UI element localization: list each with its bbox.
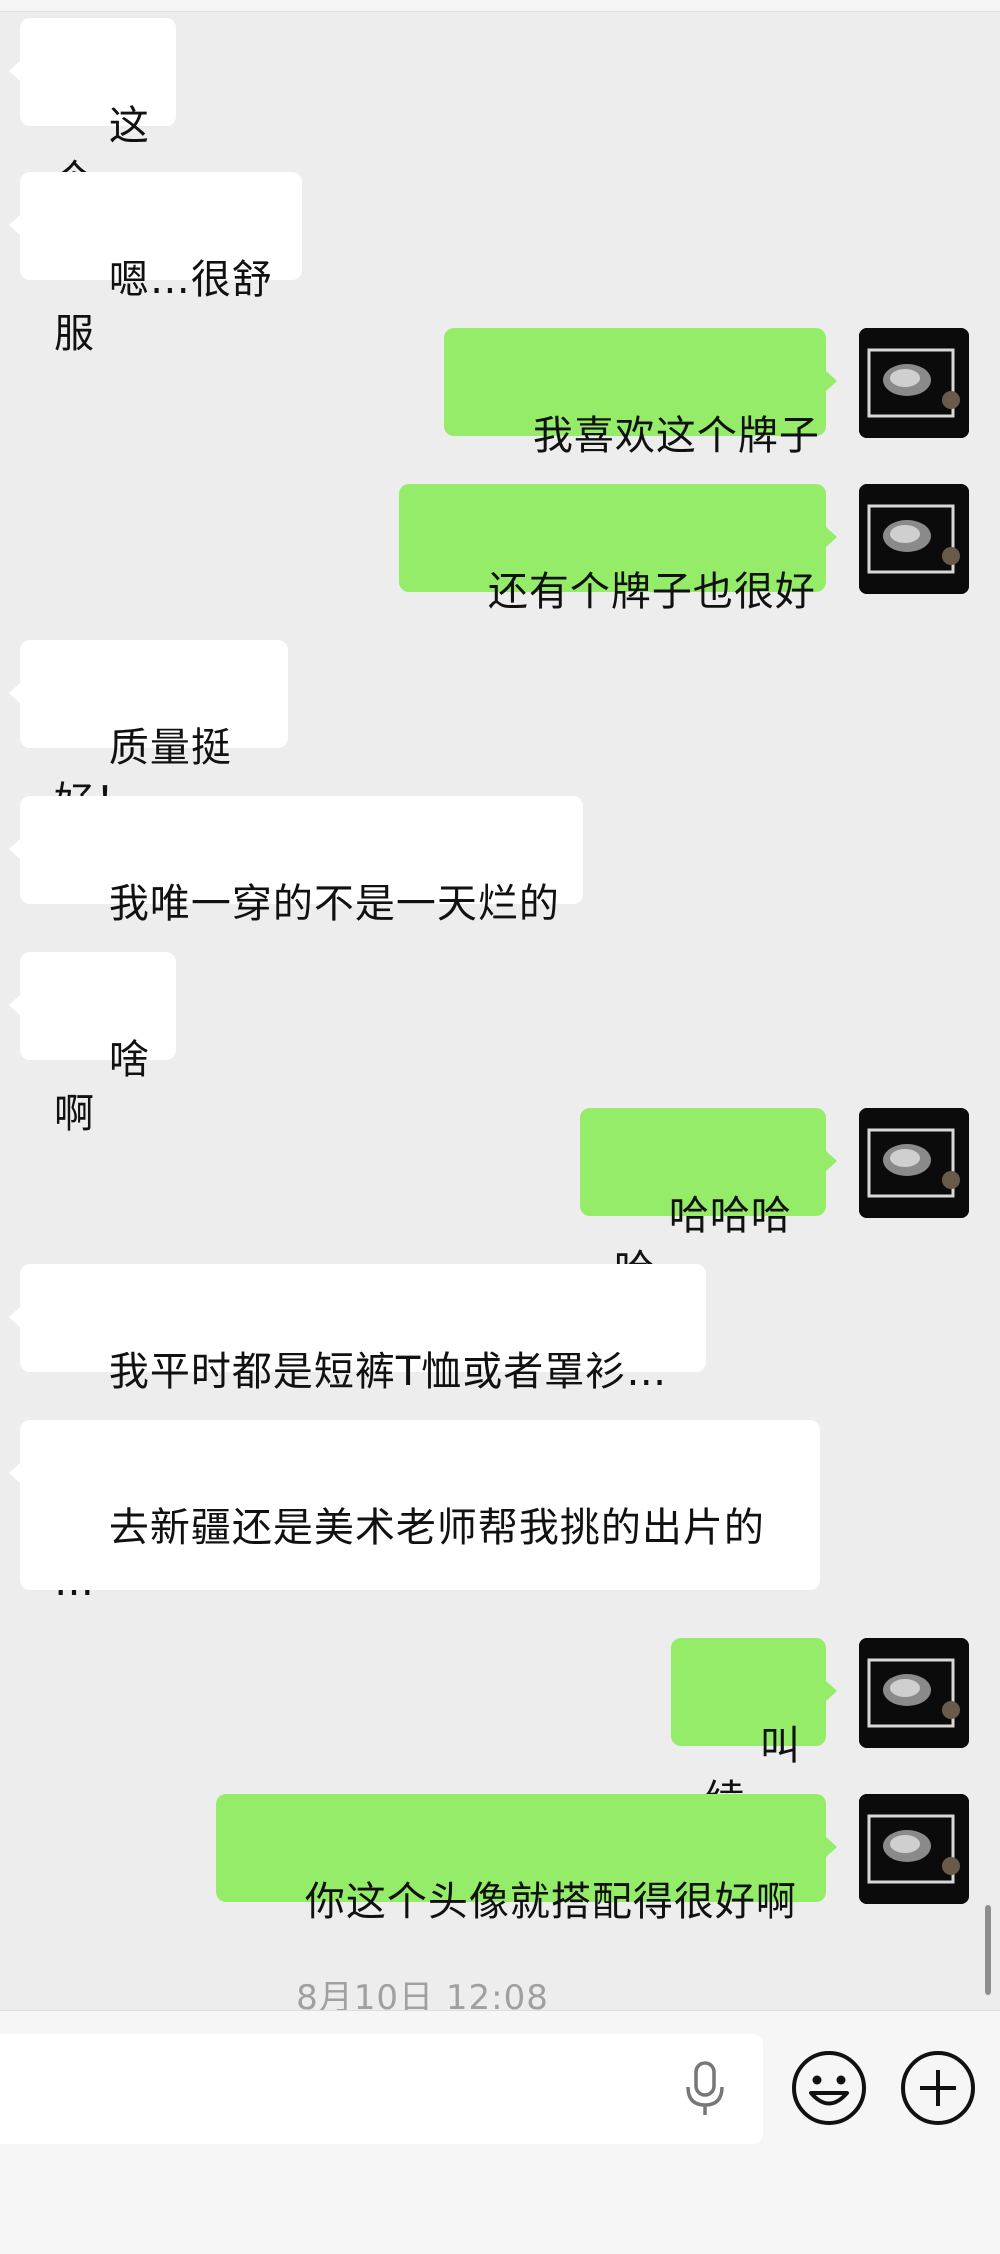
message-text: 还有个牌子也很好 [487,569,816,615]
message-text: 啥啊 [54,1037,150,1137]
outgoing-message-bubble[interactable]: 我喜欢这个牌子 [444,328,837,459]
outgoing-message-bubble[interactable]: 叫绫 [671,1638,837,1823]
incoming-message-bubble[interactable]: 嗯…很舒服 [9,172,302,357]
plus-icon[interactable] [898,2048,978,2128]
message-input[interactable] [0,2034,763,2144]
incoming-message-bubble[interactable]: 我唯一穿的不是一天烂的 [9,796,583,927]
message-text: 我平时都是短裤T恤或者罩衫… [108,1349,668,1395]
my-avatar[interactable] [859,1794,969,1904]
outgoing-message-bubble[interactable]: 你这个头像就搭配得很好啊 [216,1794,837,1925]
message-text: 去新疆还是美术老师帮我挑的出片的 … [54,1505,765,1605]
emoji-icon[interactable] [789,2048,869,2128]
header-edge [0,0,1000,12]
my-avatar[interactable] [859,328,969,438]
chat-input-bar [0,2010,1000,2254]
incoming-message-bubble[interactable]: 质量挺好！ [9,640,288,825]
incoming-message-bubble[interactable]: 我平时都是短裤T恤或者罩衫… [9,1264,706,1395]
my-avatar[interactable] [859,484,969,594]
avatar-image-icon [859,484,969,594]
avatar-image-icon [859,1108,969,1218]
message-text: 你这个头像就搭配得很好啊 [304,1879,797,1925]
outgoing-message-bubble[interactable]: 还有个牌子也很好 [399,484,837,615]
message-text: 我唯一穿的不是一天烂的 [108,881,560,927]
avatar-image-icon [859,1638,969,1748]
message-text: 我喜欢这个牌子 [532,413,820,459]
outgoing-message-bubble[interactable]: 哈哈哈哈 [580,1108,837,1293]
microphone-icon[interactable] [683,2061,727,2117]
my-avatar[interactable] [859,1108,969,1218]
message-text: 嗯…很舒服 [54,257,273,357]
my-avatar[interactable] [859,1638,969,1748]
incoming-message-bubble[interactable]: 这个 [9,18,176,203]
incoming-message-bubble[interactable]: 去新疆还是美术老师帮我挑的出片的 … [9,1420,820,1605]
avatar-image-icon [859,328,969,438]
chat-scrollbar[interactable] [985,1905,991,1995]
avatar-image-icon [859,1794,969,1904]
incoming-message-bubble[interactable]: 啥啊 [9,952,176,1137]
